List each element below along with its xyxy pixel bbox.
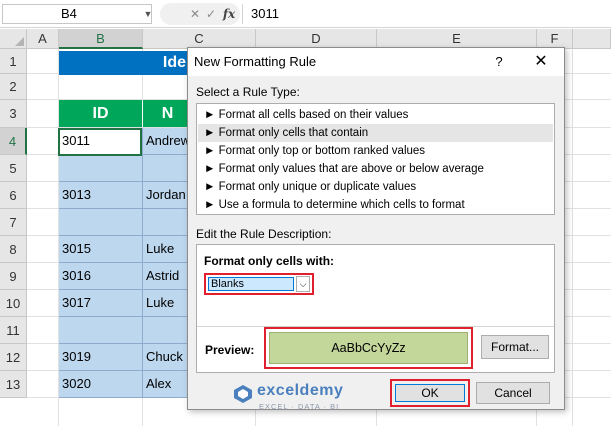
rule-type-item-selected[interactable]: ► Format only cells that contain <box>198 124 553 142</box>
column-header-g[interactable] <box>573 29 611 49</box>
row-header-10[interactable]: 10 <box>0 290 27 317</box>
close-button[interactable]: ✕ <box>530 51 552 73</box>
name-cell[interactable]: Luke <box>143 290 193 317</box>
name-cell[interactable]: Astrid <box>143 263 193 290</box>
row-header-4[interactable]: 4 <box>0 128 27 155</box>
id-cell[interactable]: 3020 <box>59 371 143 398</box>
column-header-b[interactable]: B <box>59 29 143 49</box>
active-cell-outline <box>58 128 142 156</box>
formula-controls: ✕ ✓ fx <box>160 3 240 25</box>
id-cell[interactable]: 3017 <box>59 290 143 317</box>
formula-bar: B4 ▼ ✕ ✓ fx 3011 <box>0 0 611 28</box>
rule-type-item[interactable]: ► Use a formula to determine which cells… <box>198 196 553 214</box>
condition-select[interactable]: Blanks <box>208 277 294 291</box>
enter-entry-icon[interactable]: ✓ <box>202 3 220 25</box>
id-cell[interactable] <box>59 155 143 182</box>
rule-description-panel: Format only cells with: Blanks ⌵ Preview… <box>196 244 555 373</box>
name-cell[interactable]: Chuck <box>143 344 193 371</box>
help-button[interactable]: ? <box>488 51 510 73</box>
name-cell[interactable] <box>143 155 193 182</box>
name-box[interactable]: B4 <box>2 4 152 24</box>
header-cell-id[interactable]: ID <box>59 100 143 127</box>
name-cell[interactable]: Andrew <box>143 128 193 155</box>
row-header-1[interactable]: 1 <box>0 49 27 74</box>
row-header-7[interactable]: 7 <box>0 209 27 236</box>
preview-highlight: AaBbCcYyZz <box>264 327 473 369</box>
rule-type-item[interactable]: ► Format only values that are above or b… <box>198 160 553 178</box>
id-cell[interactable]: 3019 <box>59 344 143 371</box>
column-header-d[interactable]: D <box>256 29 377 49</box>
id-cell[interactable]: 3015 <box>59 236 143 263</box>
column-header-c[interactable]: C <box>143 29 256 49</box>
id-cell[interactable]: 3013 <box>59 182 143 209</box>
name-box-dropdown-icon[interactable]: ▼ <box>142 4 154 24</box>
edit-description-label: Edit the Rule Description: <box>196 227 332 241</box>
preview-label: Preview: <box>205 343 255 357</box>
id-cell[interactable] <box>59 209 143 236</box>
row-header-11[interactable]: 11 <box>0 317 27 344</box>
rule-type-item[interactable]: ► Format all cells based on their values <box>198 106 553 124</box>
row-header-5[interactable]: 5 <box>0 155 27 182</box>
row-header-2[interactable]: 2 <box>0 74 27 100</box>
ok-highlight: OK <box>390 379 470 407</box>
dialog-title: New Formatting Rule <box>194 54 317 69</box>
exceldemy-watermark: exceldemy EXCEL · DATA · BI <box>233 380 393 420</box>
insert-function-icon[interactable]: fx <box>220 3 238 25</box>
row-header-13[interactable]: 13 <box>0 371 27 398</box>
condition-highlight: Blanks ⌵ <box>204 273 314 295</box>
column-header-a[interactable]: A <box>27 29 59 49</box>
format-only-cells-with-label: Format only cells with: <box>204 254 335 268</box>
title-cell[interactable]: Ide <box>59 51 188 75</box>
row-header-12[interactable]: 12 <box>0 344 27 371</box>
dialog-titlebar[interactable]: New Formatting Rule ? ✕ <box>188 48 564 76</box>
gridline-vertical <box>572 49 573 426</box>
formula-input[interactable]: 3011 <box>242 4 609 24</box>
name-cell[interactable] <box>143 209 193 236</box>
rule-type-item[interactable]: ► Format only unique or duplicate values <box>198 178 553 196</box>
name-cell[interactable]: Luke <box>143 236 193 263</box>
ok-button[interactable]: OK <box>395 384 465 402</box>
header-cell-name[interactable]: N <box>143 100 193 127</box>
column-header-f[interactable]: F <box>537 29 573 49</box>
row-header-9[interactable]: 9 <box>0 263 27 290</box>
select-all-corner[interactable] <box>0 29 27 49</box>
column-header-e[interactable]: E <box>377 29 537 49</box>
rule-type-list[interactable]: ► Format all cells based on their values… <box>196 103 555 215</box>
format-button[interactable]: Format... <box>481 335 549 359</box>
chevron-down-icon[interactable]: ⌵ <box>296 276 310 292</box>
name-cell[interactable]: Jordan <box>143 182 193 209</box>
name-cell[interactable] <box>143 317 193 344</box>
preview-sample: AaBbCcYyZz <box>269 332 468 364</box>
row-header-6[interactable]: 6 <box>0 182 27 209</box>
watermark-tagline: EXCEL · DATA · BI <box>259 402 340 411</box>
watermark-name: exceldemy <box>257 382 344 399</box>
name-cell[interactable]: Alex <box>143 371 193 398</box>
cancel-button[interactable]: Cancel <box>476 382 550 404</box>
select-all-triangle-icon <box>15 37 24 46</box>
exceldemy-logo-icon <box>234 385 252 403</box>
row-header-3[interactable]: 3 <box>0 100 27 128</box>
new-formatting-rule-dialog: New Formatting Rule ? ✕ Select a Rule Ty… <box>187 47 565 410</box>
id-cell[interactable] <box>59 317 143 344</box>
id-cell[interactable]: 3016 <box>59 263 143 290</box>
rule-type-item[interactable]: ► Format only top or bottom ranked value… <box>198 142 553 160</box>
select-rule-type-label: Select a Rule Type: <box>196 85 300 99</box>
row-header-8[interactable]: 8 <box>0 236 27 263</box>
